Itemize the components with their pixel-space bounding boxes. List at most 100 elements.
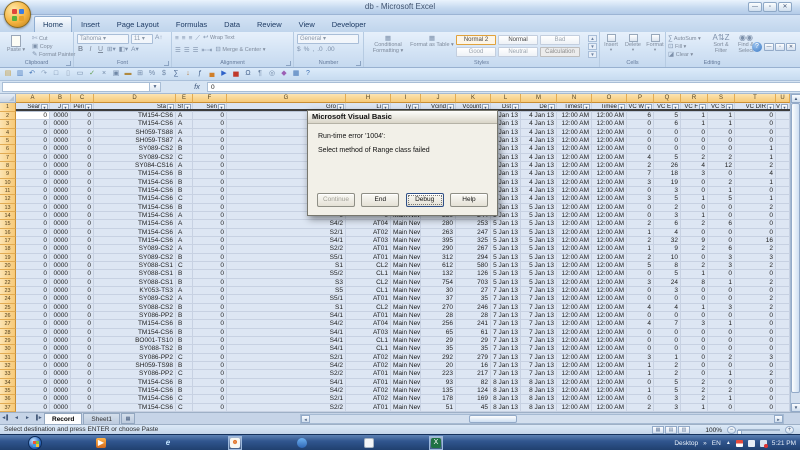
cell[interactable]: 395 [421, 236, 456, 246]
cell[interactable]: S2/1 [227, 353, 346, 362]
cell[interactable]: TM154-CS6 [94, 220, 176, 229]
column-header-J[interactable]: J [421, 94, 456, 103]
row-header[interactable]: 12 [0, 195, 16, 204]
cell[interactable]: Main New [391, 386, 421, 396]
align-top-icon[interactable]: ≡ [175, 35, 179, 42]
cell[interactable]: 0 [71, 270, 94, 279]
row-header[interactable]: 6 [0, 145, 16, 154]
cell[interactable]: AT01 [346, 295, 391, 304]
cell[interactable]: 2 [708, 178, 735, 187]
column-header-U[interactable]: U [776, 94, 790, 103]
cell[interactable]: 0 [16, 395, 50, 404]
cell[interactable]: 4 Jan 13 [521, 153, 557, 162]
cell[interactable]: 0 [627, 395, 654, 404]
cell[interactable]: 12:00 AM [557, 253, 592, 262]
cell[interactable]: CL1 [346, 336, 391, 346]
cell[interactable]: 0 [735, 128, 776, 137]
cell[interactable]: 2 [654, 370, 681, 379]
cell[interactable]: TM154-CS6 [94, 186, 176, 196]
cell[interactable]: S4/1 [227, 345, 346, 354]
cell[interactable]: A [176, 136, 193, 146]
cell[interactable]: 2 [681, 153, 708, 162]
redo-icon[interactable]: ↷ [39, 69, 49, 79]
number-launcher[interactable] [356, 61, 361, 66]
cell[interactable]: 0 [708, 128, 735, 137]
horizontal-scrollbar[interactable]: ◄ ► [300, 414, 784, 424]
cell[interactable]: 0 [193, 378, 227, 387]
cell[interactable]: 0 [708, 378, 735, 387]
cell[interactable] [776, 186, 790, 196]
cell[interactable]: AT01 [346, 245, 391, 254]
cell[interactable]: 325 [456, 236, 491, 246]
cell[interactable]: 0 [71, 145, 94, 154]
language-indicator[interactable]: EN [712, 440, 721, 447]
cell[interactable]: 0 [71, 186, 94, 196]
orientation-icon[interactable]: ⟋ [195, 35, 200, 42]
cell[interactable]: 12:00 AM [592, 395, 627, 404]
cell[interactable]: 0 [71, 361, 94, 371]
cell[interactable]: B [176, 361, 193, 371]
cell[interactable] [776, 170, 790, 179]
comment-icon[interactable]: ¶ [255, 69, 265, 79]
align-left-icon[interactable]: ☰ [175, 47, 181, 54]
cell[interactable]: 0 [71, 211, 94, 221]
cell[interactable]: 0 [71, 370, 94, 379]
cell[interactable]: 0 [193, 203, 227, 212]
cell[interactable] [776, 128, 790, 137]
cell[interactable]: 12:00 AM [592, 295, 627, 304]
cell[interactable]: 0 [16, 295, 50, 304]
paste-icon[interactable]: ▬ [123, 69, 133, 79]
cell[interactable]: AT02 [346, 386, 391, 396]
column-header-R[interactable]: R [681, 94, 708, 103]
cell[interactable]: 12:00 AM [557, 211, 592, 221]
cell[interactable] [776, 253, 790, 262]
cell[interactable]: 32 [654, 236, 681, 246]
cell[interactable]: 8 [681, 278, 708, 287]
cell[interactable]: 0 [654, 136, 681, 146]
cell[interactable]: 0 [16, 112, 50, 121]
currency-icon[interactable]: $ [159, 69, 169, 79]
cell[interactable]: 0 [708, 145, 735, 154]
cell[interactable]: 0 [708, 295, 735, 304]
cell[interactable] [776, 211, 790, 221]
cell[interactable]: TM154-CS6 [94, 211, 176, 221]
cell[interactable]: 0 [708, 286, 735, 296]
fill-button[interactable]: ⊡ Fill ▾ [668, 43, 701, 51]
cell[interactable]: 0 [193, 345, 227, 354]
cell[interactable]: 0 [708, 211, 735, 221]
row-header[interactable]: 23 [0, 286, 16, 296]
cell[interactable]: 12:00 AM [592, 370, 627, 379]
cell[interactable]: 0 [681, 311, 708, 321]
cell[interactable]: 0 [16, 170, 50, 179]
help-icon[interactable]: ? [303, 69, 313, 79]
cell[interactable]: SH059-TS87 [94, 136, 176, 146]
row-header[interactable]: 33 [0, 370, 16, 379]
cell[interactable]: 0 [71, 403, 94, 412]
cell[interactable]: SH059-TS88 [94, 128, 176, 137]
cell[interactable]: 0 [193, 328, 227, 337]
cell[interactable]: SY088-CS1 [94, 261, 176, 271]
cell[interactable]: 0 [708, 336, 735, 346]
cell[interactable]: S4/1 [227, 311, 346, 321]
cell[interactable]: 169 [456, 395, 491, 404]
cell[interactable]: 0 [16, 186, 50, 196]
cell[interactable]: Main New [391, 311, 421, 321]
cell[interactable]: 0 [627, 336, 654, 346]
cell[interactable]: B [176, 278, 193, 287]
cell[interactable]: 12:00 AM [557, 236, 592, 246]
column-header-C[interactable]: C [71, 94, 94, 103]
cell[interactable]: 1 [708, 395, 735, 404]
cell[interactable]: SY086-PP2 [94, 370, 176, 379]
cell[interactable]: 0 [71, 120, 94, 129]
cell[interactable]: 0000 [50, 336, 71, 346]
cell[interactable]: 0 [708, 403, 735, 412]
tab-view[interactable]: View [291, 17, 323, 32]
cell[interactable]: AT03 [346, 236, 391, 246]
cell[interactable]: 0 [681, 186, 708, 196]
cell[interactable]: 4 Jan 13 [521, 161, 557, 171]
cut-button[interactable]: ✄ Cut [32, 35, 75, 43]
cell[interactable]: CL1 [346, 270, 391, 279]
cell[interactable]: 12:00 AM [592, 161, 627, 171]
cell[interactable]: 12:00 AM [557, 245, 592, 254]
cell[interactable]: 0 [627, 128, 654, 137]
